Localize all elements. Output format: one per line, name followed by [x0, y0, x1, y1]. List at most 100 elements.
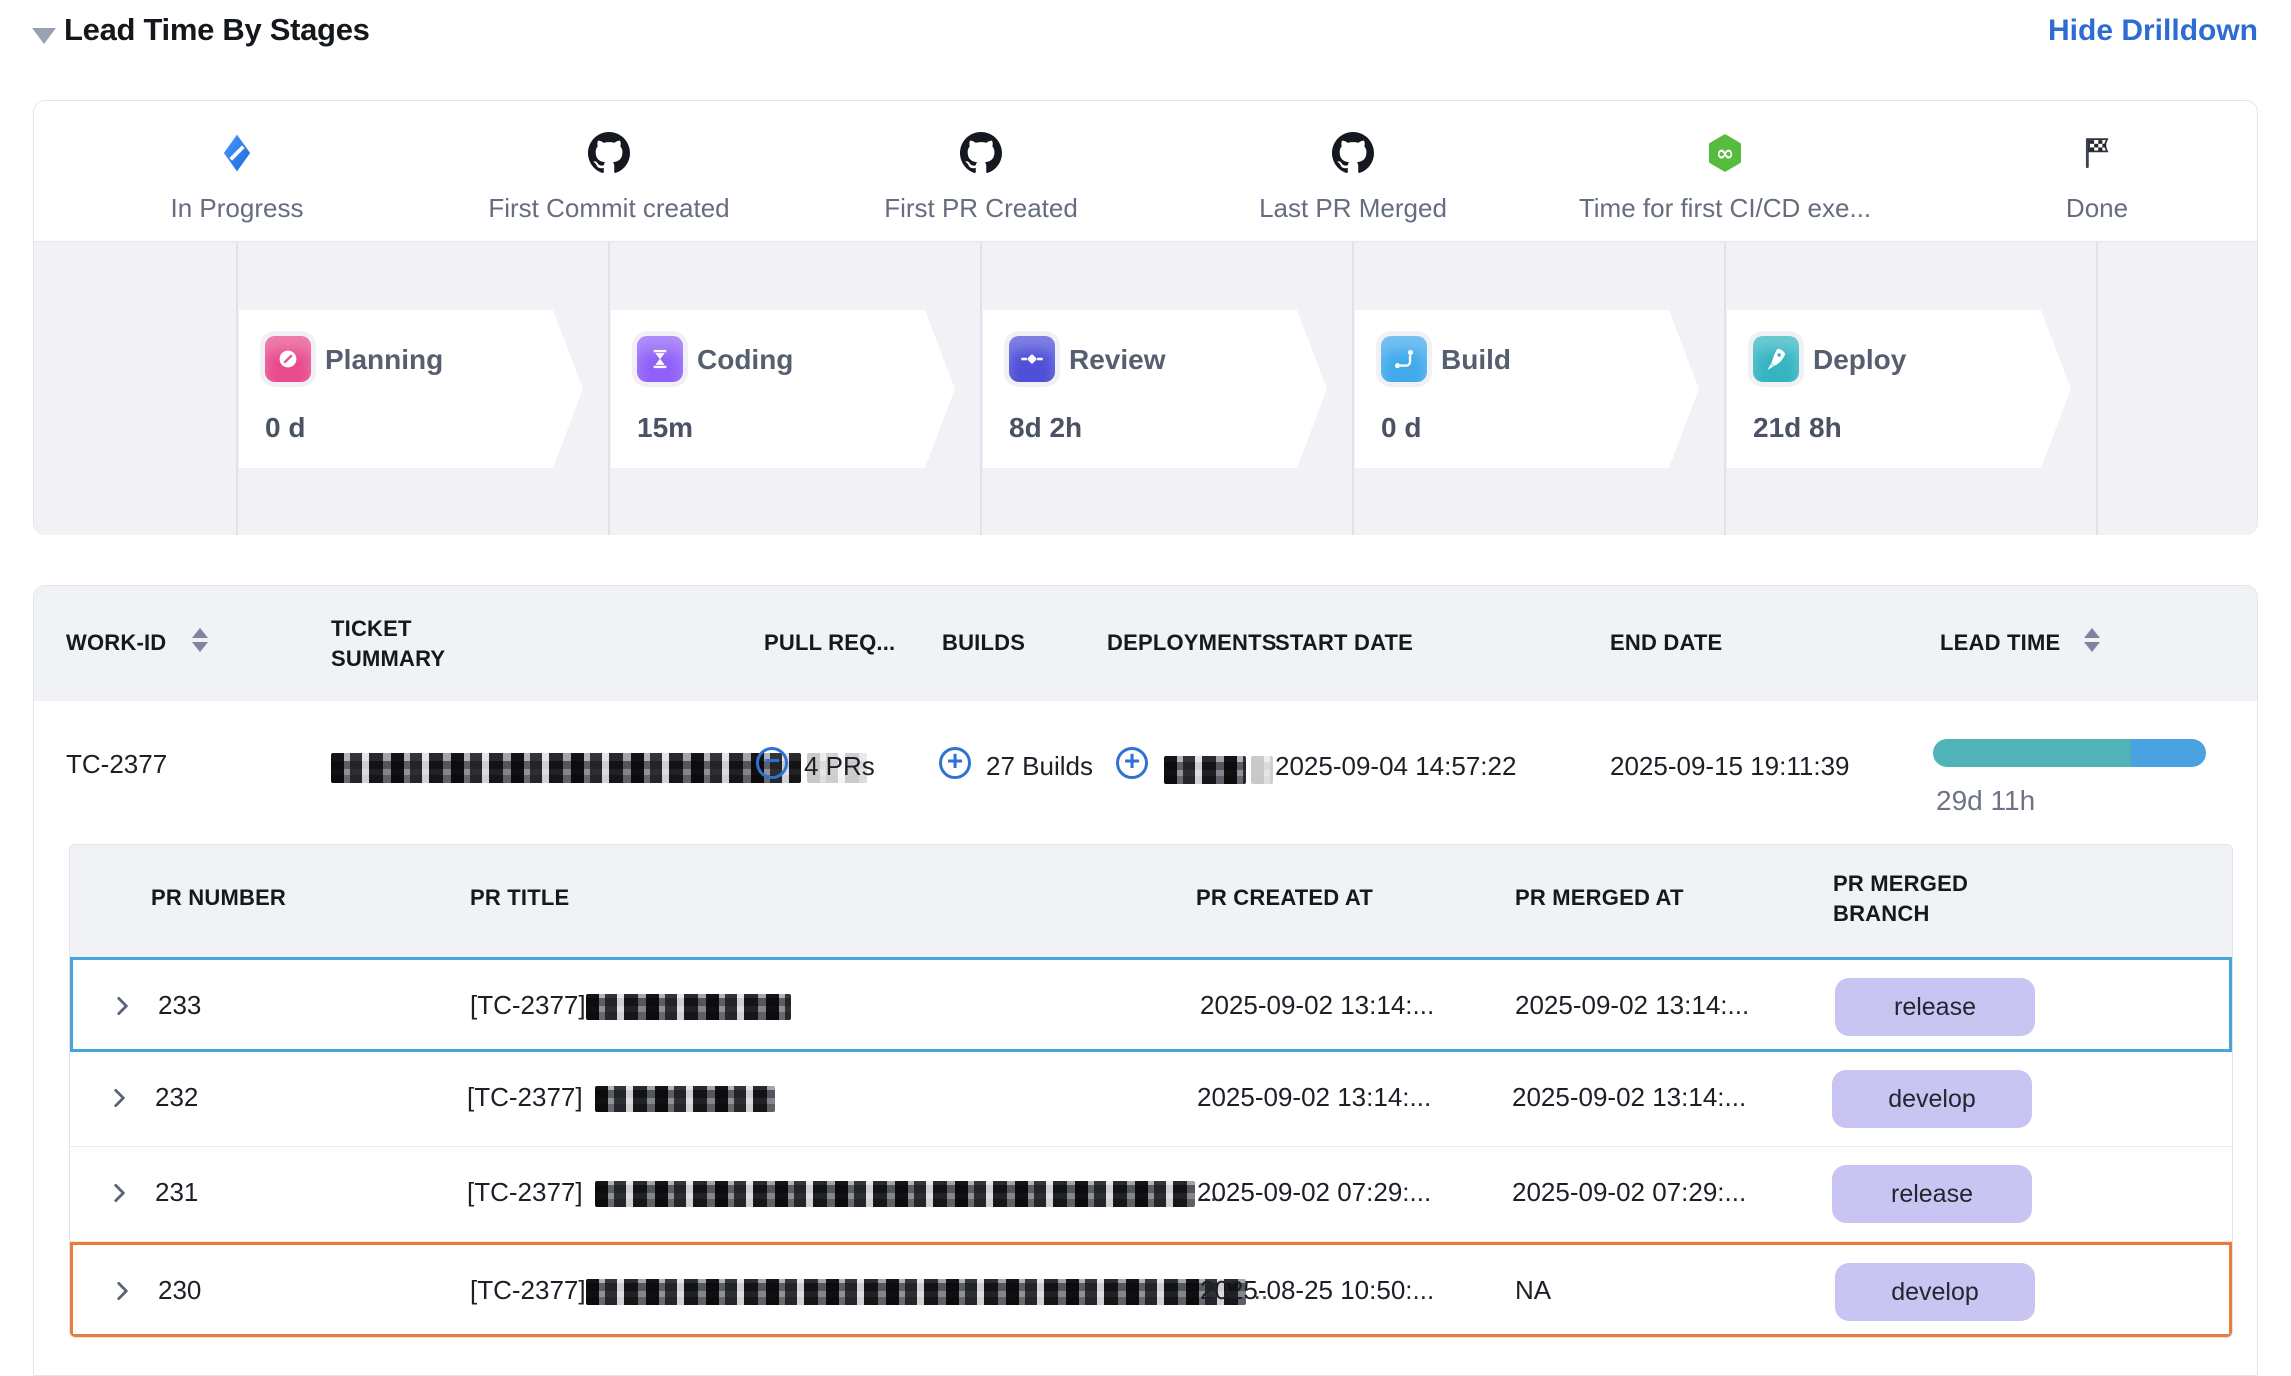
stage-duration: 0 d	[1381, 412, 1421, 444]
milestone-in-progress: In Progress	[77, 127, 397, 224]
expand-row-icon[interactable]	[106, 1180, 132, 1206]
page-title: Lead Time By Stages	[64, 12, 370, 48]
expand-deployments-button[interactable]	[1116, 747, 1148, 779]
work-item-row[interactable]: TC-2377 4 PRs 27 Builds 2025-09-04 14:57…	[34, 701, 2257, 821]
commit-icon	[1009, 336, 1055, 382]
stage-coding: Coding 15m	[611, 310, 955, 468]
lead-time-bar	[1933, 739, 2206, 767]
pr-number: 230	[158, 1275, 201, 1306]
branch-badge: release	[1832, 1165, 2032, 1223]
pr-title-redacted: [TC-2377]...	[467, 1177, 1224, 1208]
col-pr-created-at: PR CREATED AT	[1196, 885, 1373, 911]
stage-build: Build 0 d	[1355, 310, 1699, 468]
hourglass-icon	[637, 336, 683, 382]
milestone-label: First PR Created	[821, 193, 1141, 224]
milestone-label: Time for first CI/CD exe...	[1565, 193, 1885, 224]
stage-name: Deploy	[1813, 344, 1906, 376]
lane-divider	[608, 242, 610, 535]
builds-count[interactable]: 27 Builds	[986, 751, 1093, 782]
branch-badge: develop	[1832, 1070, 2032, 1128]
milestone-last-pr-merged: Last PR Merged	[1193, 127, 1513, 224]
pr-number: 231	[155, 1177, 198, 1208]
col-work-id: WORK-ID	[66, 630, 166, 656]
col-lead-time: LEAD TIME	[1940, 630, 2060, 656]
branch-badge: release	[1835, 978, 2035, 1036]
col-pr-number: PR NUMBER	[151, 885, 286, 911]
col-deployments: DEPLOYMENTS	[1107, 630, 1277, 656]
pr-created-at: 2025-08-25 10:50:...	[1200, 1275, 1434, 1306]
lead-time-drilldown-page: Lead Time By Stages Hide Drilldown In Pr…	[0, 0, 2291, 1376]
stage-duration: 8d 2h	[1009, 412, 1082, 444]
lead-time-value: 29d 11h	[1936, 785, 2035, 817]
stage-name: Planning	[325, 344, 443, 376]
end-date-value: 2025-09-15 19:11:39	[1610, 751, 1850, 782]
milestone-first-commit: First Commit created	[449, 127, 769, 224]
checkered-flag-icon	[2078, 127, 2116, 179]
lead-time-table: WORK-ID TICKET SUMMARY PULL REQ... BUILD…	[33, 585, 2258, 1376]
milestone-cicd: ∞ Time for first CI/CD exe...	[1565, 127, 1885, 224]
pr-created-at: 2025-09-02 07:29:...	[1197, 1177, 1431, 1208]
sort-work-id-icon[interactable]	[192, 628, 208, 652]
work-id-value: TC-2377	[66, 749, 167, 780]
stage-lanes: Planning 0 d Coding 15m	[34, 241, 2257, 535]
start-date-value: 2025-09-04 14:57:22	[1275, 751, 1516, 782]
rocket-icon	[1753, 336, 1799, 382]
stage-name: Review	[1069, 344, 1166, 376]
stages-panel: In Progress First Commit created First P…	[33, 100, 2258, 535]
pr-merged-at: 2025-09-02 07:29:...	[1512, 1177, 1746, 1208]
pr-row-231[interactable]: 231 [TC-2377]... 2025-09-02 07:29:... 20…	[70, 1147, 2232, 1242]
work-table-header: WORK-ID TICKET SUMMARY PULL REQ... BUILD…	[34, 586, 2257, 701]
stage-duration: 21d 8h	[1753, 412, 1842, 444]
lane-divider	[1724, 242, 1726, 535]
github-icon	[588, 127, 630, 179]
stage-deploy: Deploy 21d 8h	[1727, 310, 2071, 468]
pr-created-at: 2025-09-02 13:14:...	[1197, 1082, 1431, 1113]
milestone-label: Last PR Merged	[1193, 193, 1513, 224]
pr-number: 233	[158, 990, 201, 1021]
pr-row-232[interactable]: 232 [TC-2377] 2025-09-02 13:14:... 2025-…	[70, 1052, 2232, 1147]
pr-merged-at: 2025-09-02 13:14:...	[1515, 990, 1749, 1021]
stage-planning: Planning 0 d	[239, 310, 583, 468]
lead-time-bar-blue-segment	[2131, 739, 2206, 767]
milestone-done: Done	[1937, 127, 2257, 224]
milestone-label: In Progress	[77, 193, 397, 224]
sort-lead-time-icon[interactable]	[2084, 628, 2100, 652]
collapse-prs-button[interactable]	[756, 747, 788, 779]
collapse-arrow-icon[interactable]	[32, 28, 56, 44]
hide-drilldown-link[interactable]: Hide Drilldown	[2048, 14, 2258, 48]
expand-builds-button[interactable]	[939, 747, 971, 779]
expand-row-icon[interactable]	[109, 1278, 135, 1304]
pr-title-redacted: [TC-2377]	[467, 1082, 783, 1113]
milestone-label: First Commit created	[449, 193, 769, 224]
milestone-label: Done	[1937, 193, 2257, 224]
route-icon	[1381, 336, 1427, 382]
pr-merged-at: NA	[1515, 1275, 1551, 1306]
cicd-icon: ∞	[1705, 127, 1745, 179]
branch-badge: develop	[1835, 1263, 2035, 1321]
stage-name: Build	[1441, 344, 1511, 376]
col-start-date: START DATE	[1275, 630, 1413, 656]
col-pr-title: PR TITLE	[470, 885, 569, 911]
lead-time-bar-teal-segment	[1933, 739, 2131, 767]
stage-name: Coding	[697, 344, 793, 376]
pull-requests-count[interactable]: 4 PRs	[804, 751, 875, 782]
pr-created-at: 2025-09-02 13:14:...	[1200, 990, 1434, 1021]
pen-icon	[265, 336, 311, 382]
stage-review: Review 8d 2h	[983, 310, 1327, 468]
col-pull-requests: PULL REQ...	[764, 630, 895, 656]
pr-title-redacted: [TC-2377]...	[470, 1275, 1275, 1306]
milestone-first-pr: First PR Created	[821, 127, 1141, 224]
col-pr-merged-branch: PR MERGED BRANCH	[1833, 869, 2003, 929]
pr-row-233[interactable]: 233 [TC-2377] 2025-09-02 13:14:... 2025-…	[70, 957, 2232, 1052]
pr-title-redacted: [TC-2377]	[470, 990, 799, 1021]
github-icon	[960, 127, 1002, 179]
col-ticket-summary: TICKET SUMMARY	[331, 614, 481, 674]
col-end-date: END DATE	[1610, 630, 1722, 656]
github-icon	[1332, 127, 1374, 179]
lane-divider	[2096, 242, 2098, 535]
pr-row-230[interactable]: 230 [TC-2377]... 2025-08-25 10:50:... NA…	[70, 1242, 2232, 1337]
expand-row-icon[interactable]	[106, 1085, 132, 1111]
pr-number: 232	[155, 1082, 198, 1113]
col-builds: BUILDS	[942, 630, 1025, 656]
expand-row-icon[interactable]	[109, 993, 135, 1019]
